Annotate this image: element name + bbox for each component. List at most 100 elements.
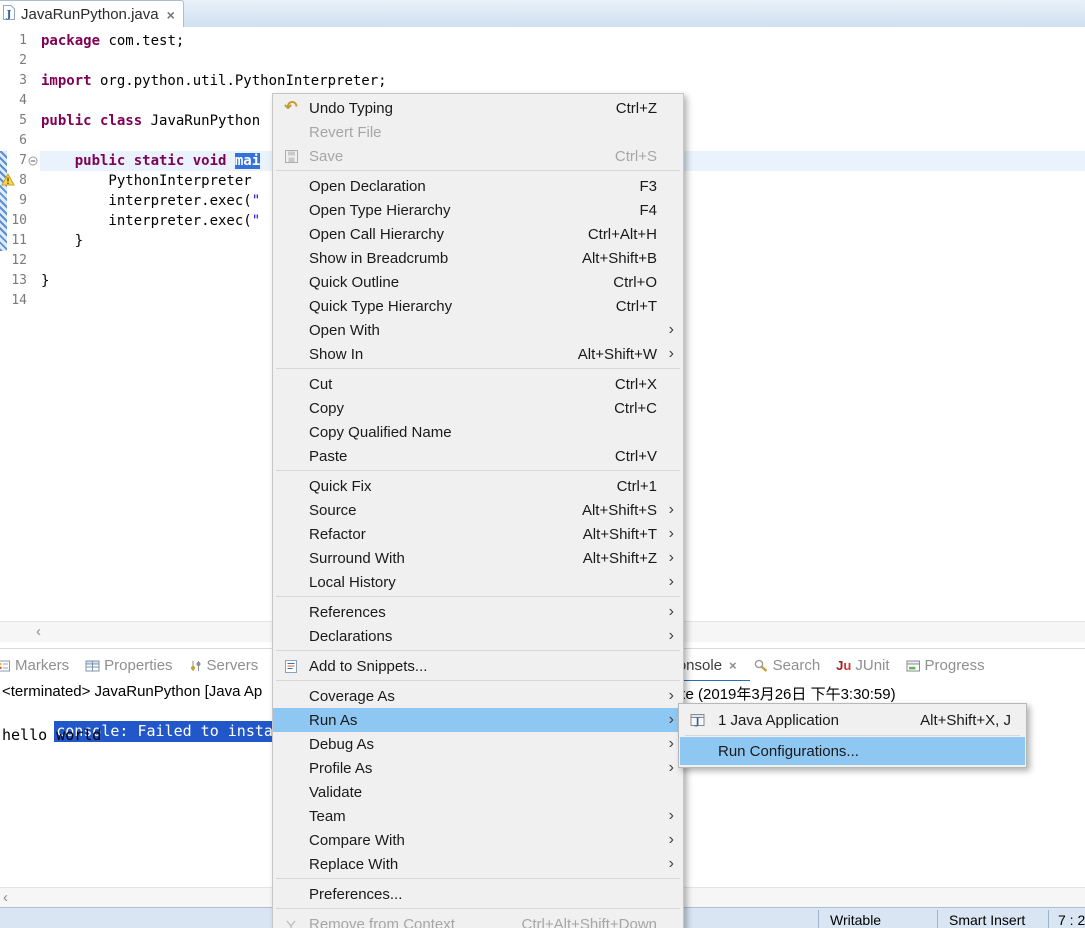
menu-item-add-to-snippets[interactable]: Add to Snippets... [273,654,683,678]
line-number: 1 [0,31,27,51]
code-line-2[interactable]: 2 [0,51,1085,71]
submenu-item-run-configurations[interactable]: Run Configurations... [680,737,1025,765]
menu-item-quick-fix[interactable]: Quick FixCtrl+1 [273,474,683,498]
menu-item-label: Undo Typing [309,100,393,117]
menu-item-show-in[interactable]: Show InAlt+Shift+W› [273,342,683,366]
menu-item-open-with[interactable]: Open With› [273,318,683,342]
menu-item-undo-typing[interactable]: ↶Undo TypingCtrl+Z [273,96,683,120]
menu-item-run-as[interactable]: Run As› [273,708,683,732]
submenu-arrow-icon: › [669,808,674,824]
menu-item-coverage-as[interactable]: Coverage As› [273,684,683,708]
menu-item-profile-as[interactable]: Profile As› [273,756,683,780]
editor-tab-title: JavaRunPython.java [21,6,159,23]
menu-item-label: Copy [309,400,344,417]
editor-tab[interactable]: J JavaRunPython.java × [0,0,184,28]
panel-tab-properties[interactable]: Properties [85,657,172,674]
menu-item-label: Run As [309,712,357,729]
menu-item-label: Debug As [309,736,374,753]
fold-column [27,51,40,71]
menu-item-copy-qualified-name[interactable]: Copy Qualified Name [273,420,683,444]
smart-insert-indicator[interactable]: Smart Insert [949,912,1025,928]
menu-item-refactor[interactable]: RefactorAlt+Shift+T› [273,522,683,546]
console-output-line: hello world [2,726,101,744]
code-line-3[interactable]: 3import org.python.util.PythonInterprete… [0,71,1085,91]
tab-close-icon[interactable]: × [726,658,737,673]
menu-item-shortcut: Ctrl+Alt+H [588,226,657,243]
undo-icon: ↶ [280,100,302,116]
menu-item-shortcut: Alt+Shift+S [582,502,657,519]
remove-icon [280,917,302,928]
menu-item-label: Surround With [309,550,405,567]
menu-item-compare-with[interactable]: Compare With› [273,828,683,852]
menu-item-open-call-hierarchy[interactable]: Open Call HierarchyCtrl+Alt+H [273,222,683,246]
editor-tab-bar: J JavaRunPython.java × [0,0,1085,28]
fold-column [27,291,40,311]
submenu-arrow-icon: › [669,550,674,566]
menu-item-preferences[interactable]: Preferences... [273,882,683,906]
fold-column [27,231,40,251]
menu-item-label: Declarations [309,628,392,645]
panel-tab-label: JUnit [855,657,889,674]
menu-item-source[interactable]: SourceAlt+Shift+S› [273,498,683,522]
menu-item-shortcut: Ctrl+S [615,148,657,165]
scroll-left-icon[interactable]: ‹ [3,889,8,907]
menu-item-declarations[interactable]: Declarations › [273,624,683,648]
menu-item-local-history[interactable]: Local History› [273,570,683,594]
line-number: 12 [0,251,27,271]
panel-tab-search[interactable]: Search [753,657,821,674]
panel-tab-markers[interactable]: Markers [0,657,69,674]
menu-item-label: Open With [309,322,380,339]
menu-item-references[interactable]: References› [273,600,683,624]
menu-item-team[interactable]: Team › [273,804,683,828]
eclipse-window: J JavaRunPython.java × 1package com.test… [0,0,1085,928]
svg-text:J: J [6,9,12,20]
writable-indicator: Writable [830,912,881,928]
submenu-item-label: 1 Java Application [718,712,839,729]
menu-item-open-type-hierarchy[interactable]: Open Type HierarchyF4 [273,198,683,222]
submenu-arrow-icon: › [669,856,674,872]
menu-item-show-in-breadcrumb[interactable]: Show in BreadcrumbAlt+Shift+B [273,246,683,270]
menu-item-shortcut: Ctrl+O [613,274,657,291]
menu-item-validate[interactable]: Validate [273,780,683,804]
menu-item-label: Refactor [309,526,366,543]
menu-item-quick-outline[interactable]: Quick OutlineCtrl+O [273,270,683,294]
menu-item-surround-with[interactable]: Surround WithAlt+Shift+Z› [273,546,683,570]
panel-tab-servers[interactable]: Servers [189,657,259,674]
fold-collapse-icon[interactable] [27,151,40,171]
panel-tab-junit[interactable]: Ju JUnit [836,657,889,674]
submenu-arrow-icon: › [669,526,674,542]
fold-column [27,211,40,231]
menu-item-debug-as[interactable]: Debug As› [273,732,683,756]
menu-item-copy[interactable]: CopyCtrl+C [273,396,683,420]
panel-tab-label: Search [773,657,821,674]
menu-item-revert-file: Revert File [273,120,683,144]
markers-icon [0,659,11,673]
console-title-fragment-right: xe (2019年3月26日 下午3:30:59) [678,683,896,704]
statusbar-separator [1048,910,1049,928]
submenu-item-shortcut: Alt+Shift+X, J [920,712,1011,729]
menu-item-open-declaration[interactable]: Open DeclarationF3 [273,174,683,198]
code-line-1[interactable]: 1package com.test; [0,31,1085,51]
panel-tab-progress[interactable]: Progress [906,657,985,674]
fold-column [27,271,40,291]
scroll-left-icon[interactable]: ‹ [36,623,41,641]
menu-item-label: Save [309,148,343,165]
menu-item-label: References [309,604,386,621]
junit-icon: Ju [836,659,851,672]
statusbar-separator [937,910,938,928]
statusbar-separator [818,910,819,928]
fold-column [27,31,40,51]
menu-item-label: Quick Type Hierarchy [309,298,452,315]
menu-item-label: Show In [309,346,363,363]
submenu-arrow-icon: › [669,628,674,644]
menu-item-quick-type-hierarchy[interactable]: Quick Type HierarchyCtrl+T [273,294,683,318]
tab-close-icon[interactable]: × [164,7,175,23]
menu-item-cut[interactable]: CutCtrl+X [273,372,683,396]
save-icon [280,149,302,164]
panel-tab-label: Properties [104,657,172,674]
menu-item-replace-with[interactable]: Replace With› [273,852,683,876]
menu-item-label: Team [309,808,346,825]
menu-item-label: Cut [309,376,332,393]
menu-item-paste[interactable]: PasteCtrl+V [273,444,683,468]
submenu-item-1-java-application[interactable]: J1 Java ApplicationAlt+Shift+X, J [680,706,1025,734]
